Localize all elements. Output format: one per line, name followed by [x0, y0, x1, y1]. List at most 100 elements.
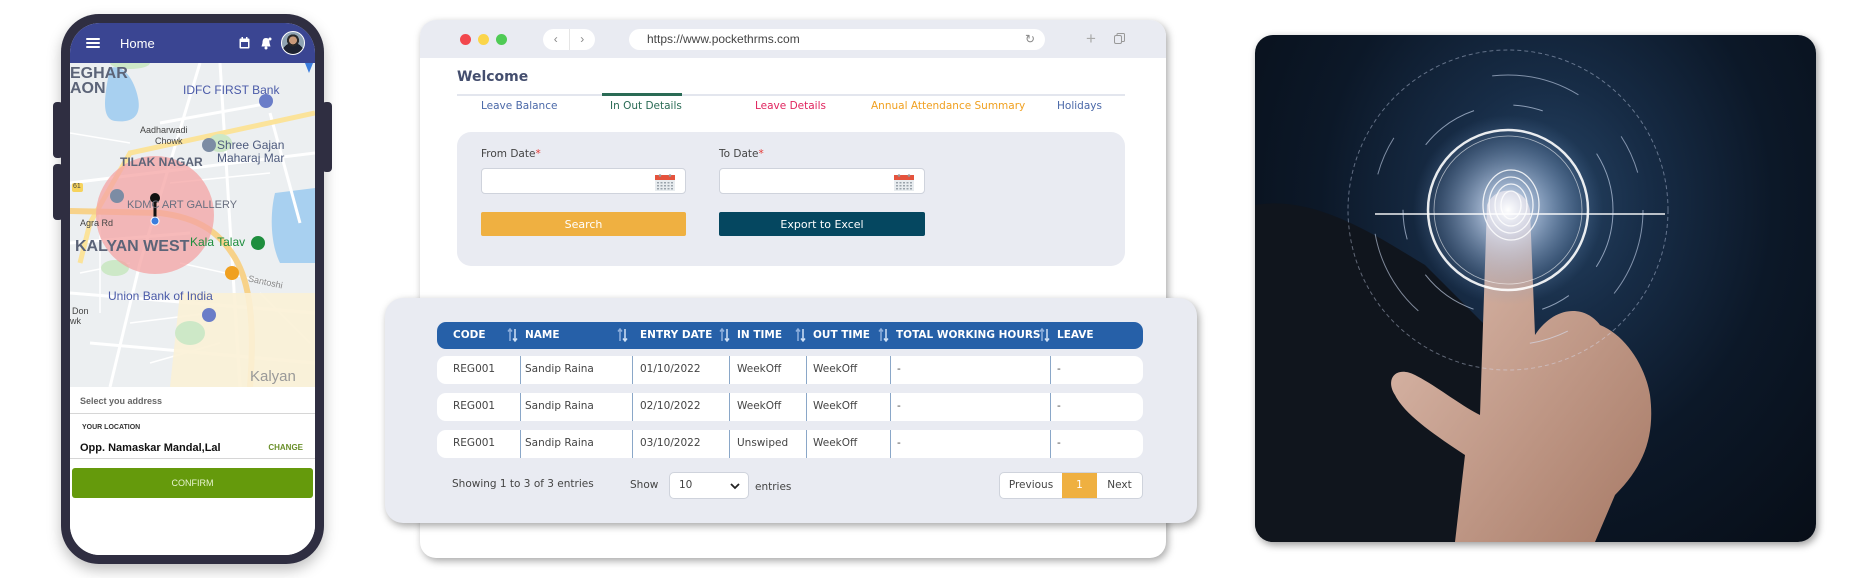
column-separator [890, 393, 891, 421]
column-header-entry-date[interactable]: ENTRY DATE [640, 322, 712, 349]
column-header-total-working-hours[interactable]: TOTAL WORKING HOURS [896, 322, 1041, 349]
fingerprint-illustration [1255, 49, 1669, 542]
calendar-icon[interactable] [894, 173, 914, 191]
column-separator [729, 393, 730, 421]
hamburger-icon[interactable] [86, 38, 100, 48]
table-row[interactable]: REG001 Sandip Raina 03/10/2022 Unswiped … [437, 430, 1143, 458]
your-location-label: YOUR LOCATION [82, 424, 141, 431]
chevron-down-icon [730, 483, 740, 490]
to-date-input[interactable] [719, 168, 925, 194]
sort-icon[interactable] [719, 328, 731, 342]
nav-buttons: ‹ › [543, 28, 596, 50]
cell-out-time: WeekOff [813, 400, 858, 412]
tab-leave-balance[interactable]: Leave Balance [481, 100, 557, 112]
tab-in-out-details[interactable]: In Out Details [610, 100, 682, 112]
cell-entry-date: 02/10/2022 [640, 400, 701, 412]
column-separator [806, 356, 807, 384]
table-row[interactable]: REG001 Sandip Raina 02/10/2022 WeekOff W… [437, 393, 1143, 421]
calendar-icon[interactable] [655, 173, 675, 191]
page-title: Welcome [457, 69, 529, 85]
app-title: Home [120, 35, 155, 51]
map-label: Kala Talav [190, 235, 246, 249]
change-location-button[interactable]: CHANGE [268, 443, 303, 452]
column-separator [806, 393, 807, 421]
pagination: Previous 1 Next [999, 472, 1143, 499]
tab-holidays[interactable]: Holidays [1057, 100, 1102, 112]
minimize-window-button[interactable] [478, 33, 489, 45]
column-separator [890, 430, 891, 458]
tab-leave-details[interactable]: Leave Details [755, 100, 826, 112]
column-header-leave[interactable]: LEAVE [1057, 322, 1094, 349]
cell-in-time: Unswiped [737, 437, 789, 449]
cell-name: Sandip Raina [525, 400, 594, 412]
column-separator [1050, 393, 1051, 421]
cell-in-time: WeekOff [737, 363, 782, 375]
filter-card: From Date* To Date* Search Export to Exc… [457, 132, 1125, 266]
page-1-button[interactable]: 1 [1062, 473, 1097, 498]
reload-icon[interactable]: ↻ [1025, 32, 1035, 46]
column-separator [632, 356, 633, 384]
bell-icon[interactable] [259, 36, 273, 50]
back-button[interactable]: ‹ [543, 29, 569, 50]
maximize-window-button[interactable] [496, 33, 507, 45]
sort-icon[interactable] [795, 328, 807, 342]
previous-page-button[interactable]: Previous [1000, 473, 1062, 498]
tabs-divider [457, 94, 1125, 96]
next-page-button[interactable]: Next [1097, 473, 1142, 498]
attendance-table-card: CODE NAME ENTRY DATE IN TIME OUT TIME TO… [385, 298, 1197, 523]
column-header-out-time[interactable]: OUT TIME [813, 322, 870, 349]
sort-icon[interactable] [878, 328, 890, 342]
column-header-name[interactable]: NAME [525, 322, 560, 349]
export-to-excel-button[interactable]: Export to Excel [719, 212, 925, 236]
cell-name: Sandip Raina [525, 437, 594, 449]
column-separator [729, 430, 730, 458]
column-header-in-time[interactable]: IN TIME [737, 322, 782, 349]
cell-code: REG001 [453, 400, 496, 412]
column-separator [1050, 356, 1051, 384]
cell-leave: - [1057, 437, 1061, 449]
close-window-button[interactable] [460, 33, 471, 45]
search-button[interactable]: Search [481, 212, 686, 236]
page-size-value: 10 [679, 479, 693, 491]
column-separator [520, 393, 521, 421]
avatar[interactable] [281, 31, 305, 55]
table-header: CODE NAME ENTRY DATE IN TIME OUT TIME TO… [437, 322, 1143, 349]
tabs-overview-icon[interactable] [1114, 33, 1125, 44]
address-bar[interactable]: https://www.pockethrms.com ↻ [629, 28, 1045, 50]
required-mark: * [758, 148, 764, 160]
cell-total-hours: - [897, 400, 901, 412]
map-label: AON [70, 80, 106, 97]
forward-button[interactable]: › [568, 28, 596, 50]
active-tab-indicator [602, 93, 682, 96]
column-header-code[interactable]: CODE [453, 322, 486, 349]
column-separator [890, 356, 891, 384]
column-separator [806, 430, 807, 458]
map-label: Maharaj Mar [217, 151, 285, 165]
new-tab-icon[interactable]: + [1086, 29, 1096, 49]
address-panel: Select you address YOUR LOCATION Opp. Na… [70, 387, 315, 555]
calendar-icon[interactable] [237, 36, 251, 50]
sort-icon[interactable] [617, 328, 629, 342]
cell-total-hours: - [897, 363, 901, 375]
map-view[interactable]: EGHAR AON IDFC FIRST Bank Aadharwadi Cho… [70, 63, 315, 387]
cell-leave: - [1057, 363, 1061, 375]
map-label: TILAK NAGAR [120, 155, 203, 169]
from-date-input[interactable] [481, 168, 686, 194]
page-size-select[interactable]: 10 [669, 472, 749, 499]
cell-leave: - [1057, 400, 1061, 412]
cell-total-hours: - [897, 437, 901, 449]
map-label: Agra Rd [80, 218, 114, 228]
sort-icon[interactable] [507, 328, 519, 342]
map-label: KDMC ART GALLERY [127, 199, 238, 211]
table-row[interactable]: REG001 Sandip Raina 01/10/2022 WeekOff W… [437, 356, 1143, 384]
cell-in-time: WeekOff [737, 400, 782, 412]
sort-icon[interactable] [1039, 328, 1051, 342]
map-label: Union Bank of India [108, 289, 213, 303]
browser-toolbar: ‹ › https://www.pockethrms.com ↻ + [420, 20, 1166, 58]
map-label: Chowk [155, 136, 183, 146]
tab-annual-attendance-summary[interactable]: Annual Attendance Summary [871, 100, 1025, 112]
confirm-button[interactable]: CONFIRM [72, 468, 313, 498]
address-search-input[interactable]: Select you address [70, 387, 315, 414]
to-date-label: To Date* [719, 148, 764, 160]
road-shield: 61 [73, 183, 81, 190]
